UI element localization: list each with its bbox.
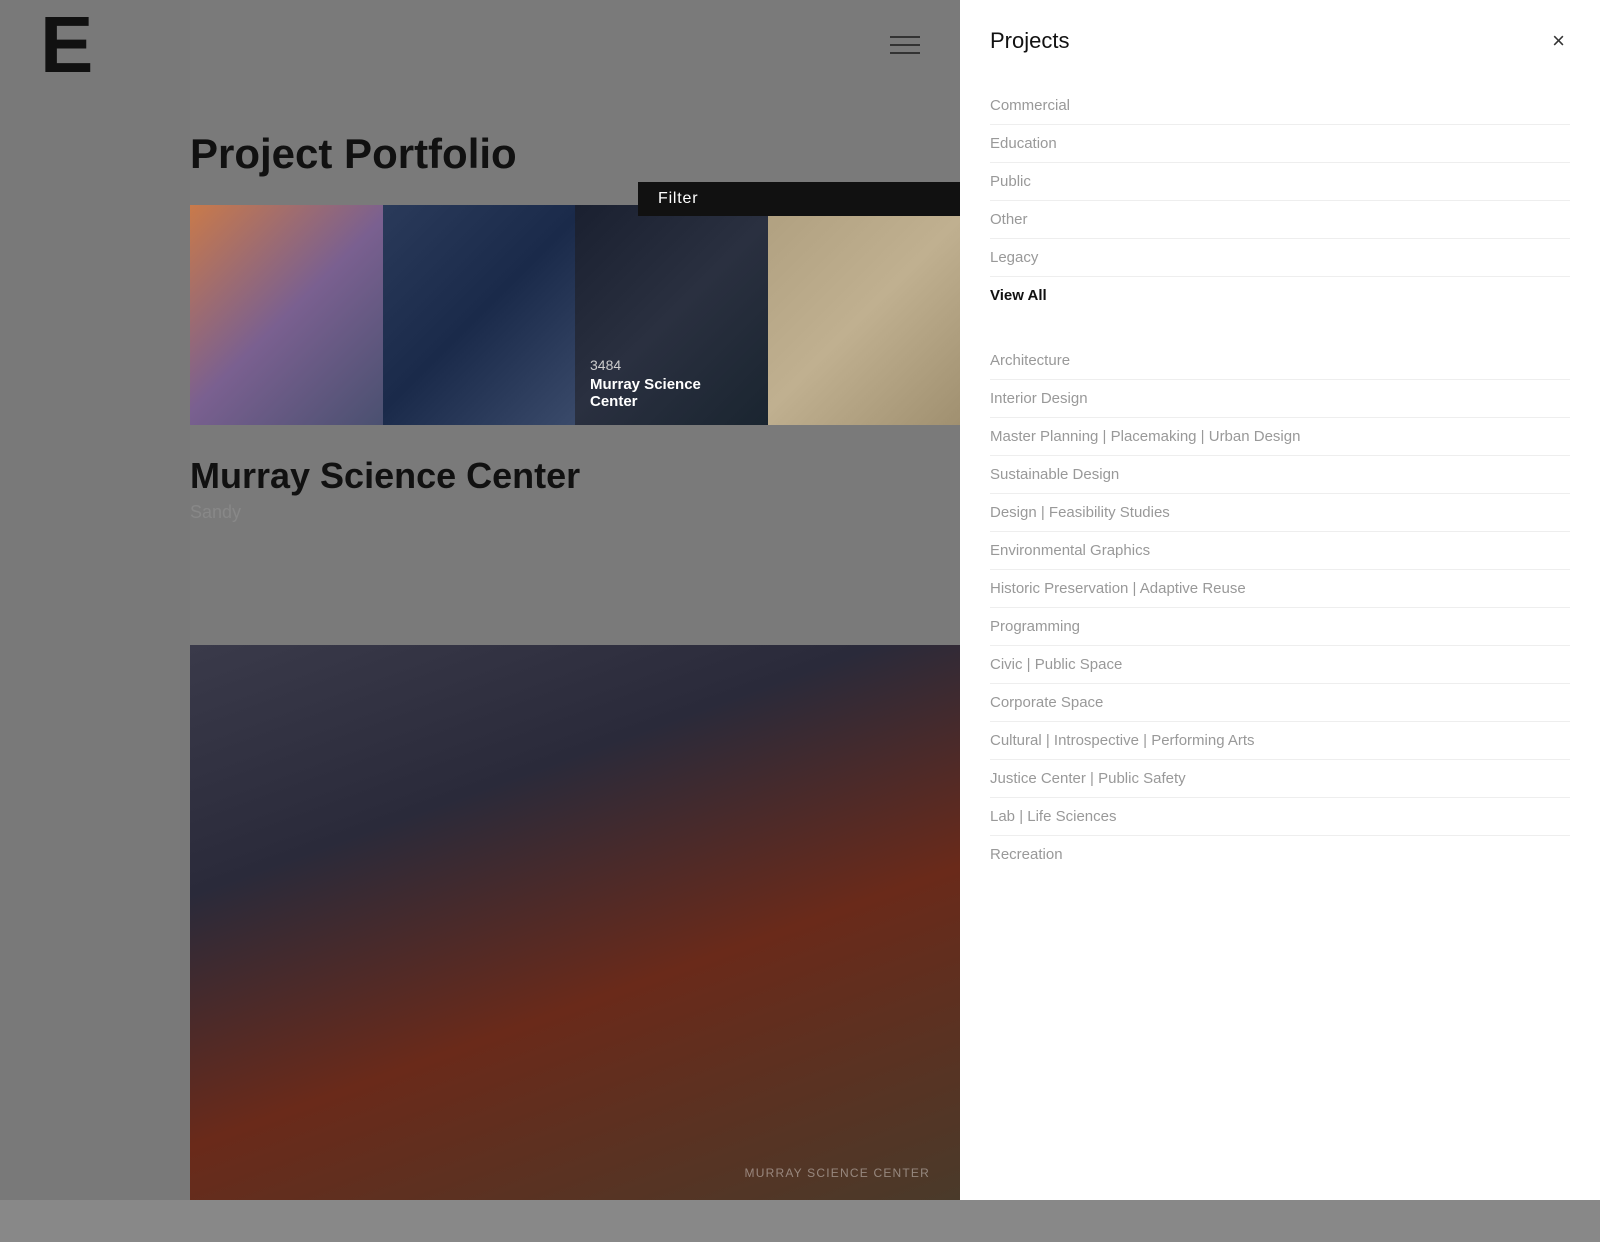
header: E [0, 0, 960, 90]
sidebar-item-recreation[interactable]: Recreation [990, 836, 1570, 873]
image-card-2[interactable] [383, 205, 576, 425]
hamburger-line-3 [890, 52, 920, 54]
project-image-2 [383, 205, 576, 425]
project-image-title: Murray Science Center [590, 376, 753, 410]
project-number: 3484 [590, 357, 753, 373]
image-card-4[interactable] [768, 205, 961, 425]
sidebar-item-architecture[interactable]: Architecture [990, 342, 1570, 380]
section-gap [990, 322, 1570, 342]
sidebar-item-education[interactable]: Education [990, 125, 1570, 163]
projects-sidebar: Projects × Commercial Education Public O… [960, 0, 1600, 1200]
sidebar-item-commercial[interactable]: Commercial [990, 87, 1570, 125]
left-overlay [0, 0, 190, 1200]
bottom-image: MURRAY SCIENCE CENTER [190, 645, 960, 1200]
image-card-3[interactable]: 3484 Murray Science Center [575, 205, 768, 425]
project-image-1 [190, 205, 383, 425]
project-name: Murray Science Center [190, 455, 580, 497]
project-image-3: 3484 Murray Science Center [575, 205, 768, 425]
sidebar-title: Projects [990, 28, 1069, 54]
sidebar-item-justice-center[interactable]: Justice Center | Public Safety [990, 760, 1570, 798]
sidebar-item-view-all[interactable]: View All [990, 277, 1570, 314]
logo: E [40, 5, 93, 85]
close-button[interactable]: × [1547, 25, 1570, 57]
sidebar-item-environmental-graphics[interactable]: Environmental Graphics [990, 532, 1570, 570]
project-image-3-overlay: 3484 Murray Science Center [575, 342, 768, 425]
sidebar-item-legacy[interactable]: Legacy [990, 239, 1570, 277]
bottom-image-label: MURRAY SCIENCE CENTER [745, 1166, 930, 1180]
sidebar-item-historic-preservation[interactable]: Historic Preservation | Adaptive Reuse [990, 570, 1570, 608]
hamburger-line-2 [890, 44, 920, 46]
sidebar-item-programming[interactable]: Programming [990, 608, 1570, 646]
sidebar-item-interior-design[interactable]: Interior Design [990, 380, 1570, 418]
image-card-1[interactable] [190, 205, 383, 425]
sidebar-header: Projects × [990, 25, 1570, 57]
sidebar-item-civic-public-space[interactable]: Civic | Public Space [990, 646, 1570, 684]
project-location: Sandy [190, 502, 580, 523]
sidebar-item-other[interactable]: Other [990, 201, 1570, 239]
sidebar-item-cultural[interactable]: Cultural | Introspective | Performing Ar… [990, 722, 1570, 760]
sidebar-item-public[interactable]: Public [990, 163, 1570, 201]
hamburger-button[interactable] [890, 36, 920, 54]
filter-bar[interactable]: Filter [638, 182, 960, 216]
project-image-4 [768, 205, 961, 425]
page-title: Project Portfolio [190, 130, 517, 178]
sidebar-item-master-planning[interactable]: Master Planning | Placemaking | Urban De… [990, 418, 1570, 456]
sidebar-item-design-feasibility[interactable]: Design | Feasibility Studies [990, 494, 1570, 532]
sidebar-item-sustainable-design[interactable]: Sustainable Design [990, 456, 1570, 494]
main-content: E Project Portfolio Filter 3484 Murray S… [0, 0, 960, 1200]
sidebar-section-categories: Commercial Education Public Other Legacy… [990, 87, 1570, 314]
project-info: Murray Science Center Sandy [190, 455, 580, 523]
sidebar-item-corporate-space[interactable]: Corporate Space [990, 684, 1570, 722]
filter-label: Filter [658, 190, 698, 207]
sidebar-item-lab-life-sciences[interactable]: Lab | Life Sciences [990, 798, 1570, 836]
image-grid: 3484 Murray Science Center [190, 205, 960, 425]
sidebar-section-services: Architecture Interior Design Master Plan… [990, 342, 1570, 873]
hamburger-line-1 [890, 36, 920, 38]
